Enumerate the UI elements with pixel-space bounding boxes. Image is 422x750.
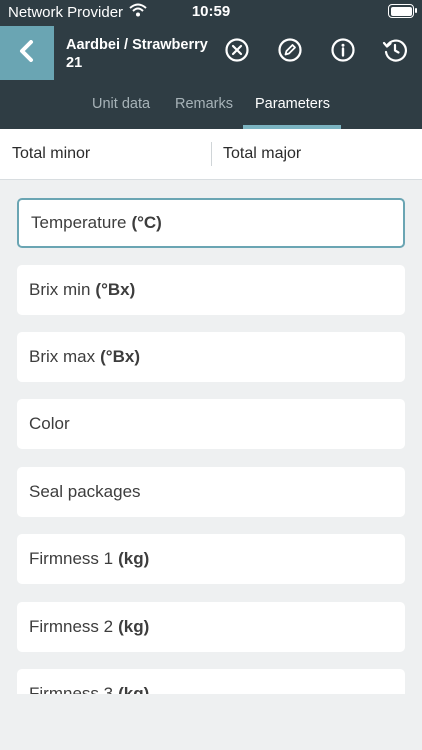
- parameter-label: Brix max: [29, 347, 96, 366]
- parameter-label: Temperature: [31, 213, 127, 232]
- back-button[interactable]: [0, 26, 54, 80]
- parameter-label: Firmness 1: [29, 549, 114, 568]
- status-bar: Network Provider 10:59: [0, 0, 422, 24]
- parameter-field-firmness-1[interactable]: Firmness 1 (kg): [17, 534, 405, 584]
- info-button[interactable]: [329, 37, 357, 68]
- parameter-label: Seal packages: [29, 482, 141, 501]
- history-icon: [382, 37, 408, 68]
- parameter-unit: (°Bx): [95, 280, 136, 299]
- battery-icon: [388, 4, 417, 18]
- parameter-unit: (°Bx): [100, 347, 140, 366]
- status-time: 10:59: [191, 3, 231, 20]
- app-header: Aardbei / Strawberry 21: [0, 24, 422, 80]
- tab-bar: Unit data Remarks Parameters: [0, 80, 422, 129]
- edit-button[interactable]: [276, 37, 304, 68]
- parameter-field-brix-max[interactable]: Brix max (°Bx): [17, 332, 405, 382]
- title-product: Aardbei / Strawberry: [66, 37, 208, 53]
- edit-pencil-icon: [277, 37, 303, 68]
- parameter-field-brix-min[interactable]: Brix min (°Bx): [17, 265, 405, 315]
- tab-remarks[interactable]: Remarks: [175, 96, 233, 112]
- page-title: Aardbei / Strawberry 21: [66, 36, 216, 72]
- info-icon: [330, 37, 356, 68]
- parameter-field-firmness-2[interactable]: Firmness 2 (kg): [17, 602, 405, 652]
- close-button[interactable]: [223, 37, 251, 68]
- tab-unit-data[interactable]: Unit data: [92, 96, 150, 112]
- parameter-unit: (kg): [118, 617, 150, 636]
- parameters-list[interactable]: Temperature (°C) Brix min (°Bx) Brix max…: [0, 181, 422, 694]
- close-circle-icon: [224, 37, 250, 68]
- total-major-label[interactable]: Total major: [223, 145, 301, 163]
- totals-divider: [211, 142, 212, 166]
- parameter-label: Color: [29, 414, 70, 433]
- parameter-label: Firmness 3: [29, 684, 114, 694]
- parameter-unit: (°C): [131, 213, 162, 232]
- title-number: 21: [66, 55, 83, 71]
- history-button[interactable]: [381, 38, 409, 66]
- tab-parameters[interactable]: Parameters: [255, 96, 330, 112]
- parameter-field-seal-packages[interactable]: Seal packages: [17, 467, 405, 517]
- parameter-unit: (kg): [118, 549, 150, 568]
- parameter-field-color[interactable]: Color: [17, 399, 405, 449]
- totals-row: Total minor Total major: [0, 129, 422, 180]
- parameter-field-firmness-3[interactable]: Firmness 3 (kg): [17, 669, 405, 694]
- parameter-label: Brix min: [29, 280, 91, 299]
- parameter-unit: (kg): [118, 684, 150, 694]
- parameter-label: Firmness 2: [29, 617, 114, 636]
- parameter-field-temperature[interactable]: Temperature (°C): [17, 198, 405, 248]
- back-arrow-icon: [17, 39, 37, 67]
- total-minor-label[interactable]: Total minor: [12, 145, 90, 163]
